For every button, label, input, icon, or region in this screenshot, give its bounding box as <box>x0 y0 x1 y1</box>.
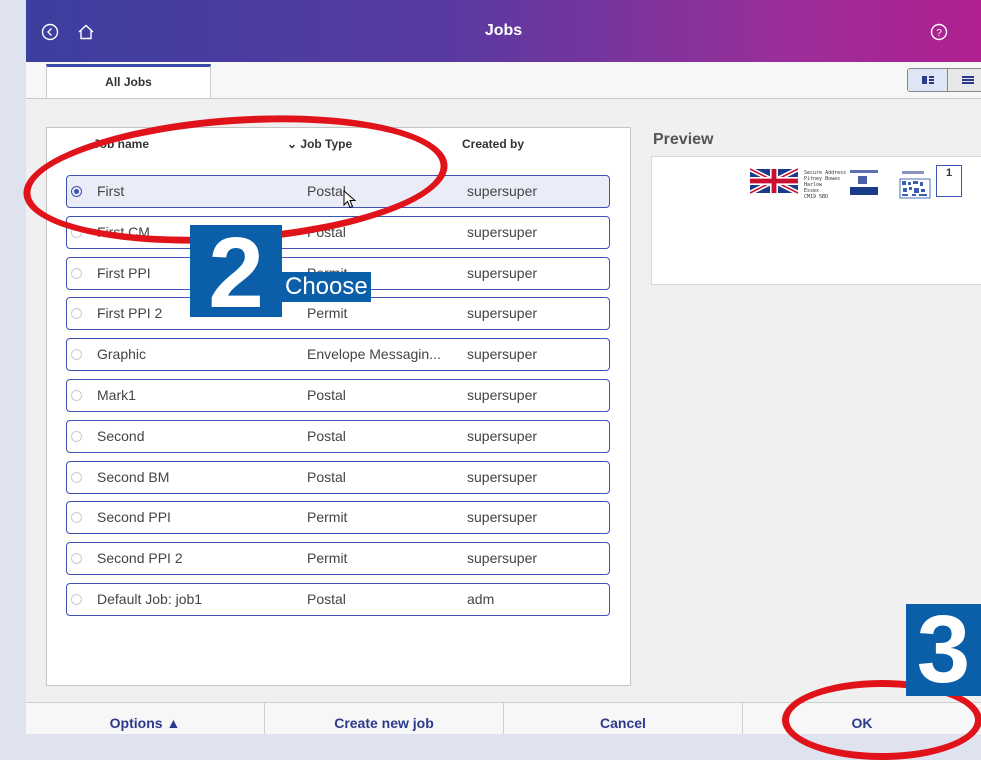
jobs-window: Jobs ? All Jobs Job name ⌄ Job Type Crea… <box>26 0 981 734</box>
table-row[interactable]: First CM Postal supersuper <box>66 216 610 249</box>
job-name-cell: First CM <box>97 224 150 240</box>
step-2-label: Choose <box>282 272 371 302</box>
cancel-button[interactable]: Cancel <box>504 703 743 734</box>
job-type-cell: Envelope Messagin... <box>307 346 441 362</box>
mouse-cursor-icon <box>343 190 357 209</box>
column-header-job-type-label: Job Type <box>300 137 353 151</box>
row-radio[interactable] <box>71 349 82 360</box>
job-name-cell: Second <box>97 428 145 444</box>
table-row[interactable]: Graphic Envelope Messagin... supersuper <box>66 338 610 371</box>
tab-all-jobs[interactable]: All Jobs <box>46 64 211 98</box>
address-line: CM19 5BD <box>804 194 829 200</box>
job-type-cell: Postal <box>307 428 346 444</box>
create-new-job-button[interactable]: Create new job <box>265 703 504 734</box>
job-type-cell: Postal <box>307 469 346 485</box>
ok-button[interactable]: OK <box>743 703 981 734</box>
job-name-cell: Default Job: job1 <box>97 591 203 607</box>
list-view-icon[interactable] <box>948 69 981 91</box>
job-name-cell: Mark1 <box>97 387 136 403</box>
created-by-cell: supersuper <box>467 509 538 525</box>
row-radio[interactable] <box>71 390 82 401</box>
column-header-job-type[interactable]: ⌄ Job Type <box>287 137 352 151</box>
job-type-cell: Permit <box>307 305 348 321</box>
row-radio[interactable] <box>71 512 82 523</box>
options-button[interactable]: Options ▲ <box>26 703 265 734</box>
stamp-value: 1 <box>945 167 953 179</box>
table-row[interactable]: First Postal supersuper <box>66 175 610 208</box>
table-row[interactable]: Default Job: job1 Postal adm <box>66 583 610 616</box>
row-radio[interactable] <box>71 186 82 197</box>
created-by-cell: adm <box>467 591 495 607</box>
table-row[interactable]: Second PPI 2 Permit supersuper <box>66 542 610 575</box>
row-radio[interactable] <box>71 594 82 605</box>
created-by-cell: supersuper <box>467 305 538 321</box>
created-by-cell: supersuper <box>467 183 538 199</box>
job-name-cell: First <box>97 183 125 199</box>
job-type-cell: Permit <box>307 550 348 566</box>
preview-panel: Secure Address Pitney Bowes Harlow Essex… <box>651 156 981 285</box>
job-type-cell: Postal <box>307 387 346 403</box>
table-row[interactable]: Second PPI Permit supersuper <box>66 501 610 534</box>
job-type-cell: Postal <box>307 591 346 607</box>
page-title: Jobs <box>484 22 523 39</box>
union-flag-image <box>750 168 798 194</box>
step-2-number: 2 <box>190 223 282 323</box>
job-name-cell: Second PPI 2 <box>97 550 183 566</box>
grid-view-icon[interactable] <box>908 69 948 91</box>
job-name-cell: First PPI 2 <box>97 305 163 321</box>
job-name-cell: Graphic <box>97 346 147 362</box>
created-by-cell: supersuper <box>467 428 538 444</box>
help-circle-icon[interactable]: ? <box>929 22 949 42</box>
column-header-created-by[interactable]: Created by <box>462 137 524 151</box>
stamp-value-box: 1 <box>936 165 962 197</box>
created-by-cell: supersuper <box>467 469 538 485</box>
table-row[interactable]: Second Postal supersuper <box>66 420 610 453</box>
footer-bar: Options ▲ Create new job Cancel OK <box>26 702 981 734</box>
job-type-cell: Postal <box>307 183 346 199</box>
tab-bar: All Jobs <box>26 62 981 99</box>
row-radio[interactable] <box>71 268 82 279</box>
job-name-cell: Second BM <box>97 469 170 485</box>
row-radio[interactable] <box>71 431 82 442</box>
preview-address: Secure Address Pitney Bowes Harlow Essex… <box>804 170 846 200</box>
header-bar: Jobs ? <box>26 0 981 62</box>
postage-indicia-image <box>850 170 931 199</box>
chevron-down-icon: ⌄ <box>287 137 301 151</box>
job-name-cell: First PPI <box>97 265 151 281</box>
row-radio[interactable] <box>71 553 82 564</box>
table-row[interactable]: Second BM Postal supersuper <box>66 461 610 494</box>
job-type-cell: Permit <box>307 509 348 525</box>
job-type-cell: Postal <box>307 224 346 240</box>
created-by-cell: supersuper <box>467 550 538 566</box>
job-name-cell: Second PPI <box>97 509 171 525</box>
preview-title: Preview <box>653 131 714 148</box>
step-3-number: 3 <box>906 604 981 696</box>
created-by-cell: supersuper <box>467 265 538 281</box>
row-radio[interactable] <box>71 308 82 319</box>
created-by-cell: supersuper <box>467 387 538 403</box>
column-header-job-name[interactable]: Job name <box>93 137 149 151</box>
table-row[interactable]: Mark1 Postal supersuper <box>66 379 610 412</box>
svg-text:?: ? <box>936 28 942 39</box>
row-radio[interactable] <box>71 227 82 238</box>
view-toggle <box>907 68 981 92</box>
created-by-cell: supersuper <box>467 224 538 240</box>
job-list-panel: Job name ⌄ Job Type Created by First Post… <box>46 127 631 686</box>
row-radio[interactable] <box>71 472 82 483</box>
created-by-cell: supersuper <box>467 346 538 362</box>
